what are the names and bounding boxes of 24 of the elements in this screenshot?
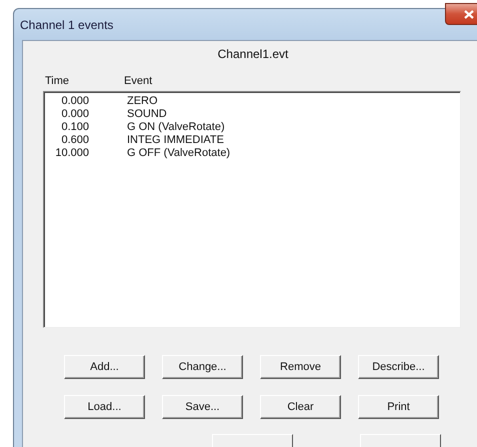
event-time: 0.000 bbox=[60, 108, 89, 121]
column-header: Event bbox=[124, 75, 154, 87]
dialog-button[interactable]: Describe... bbox=[358, 355, 439, 379]
event-name: SOUND bbox=[127, 108, 167, 121]
dialog-button[interactable]: Remove bbox=[260, 355, 341, 379]
event-time: 0.100 bbox=[60, 121, 89, 134]
event-time: 10.000 bbox=[54, 147, 89, 160]
dialog-button[interactable]: Add... bbox=[64, 355, 145, 379]
dialog-button[interactable]: Save... bbox=[162, 395, 243, 419]
dialog-button[interactable]: Clear bbox=[260, 395, 341, 419]
event-name: INTEG IMMEDIATE bbox=[127, 134, 224, 147]
event-time: 0.000 bbox=[60, 95, 89, 108]
dialog-button[interactable]: Print bbox=[358, 395, 439, 419]
window-title: Channel 1 events bbox=[20, 18, 114, 32]
event-name: ZERO bbox=[127, 95, 158, 108]
close-icon bbox=[464, 10, 474, 18]
dialog-button[interactable]: Load... bbox=[64, 395, 145, 419]
column-header: Time bbox=[45, 75, 70, 87]
file-name: Channel1.evt bbox=[216, 47, 290, 61]
events-list[interactable]: 0.000 ZERO 0.000 SOUND 0.100 G ON (ValveRotate) 0.600 INTEG IMMEDIATE 10.000 G OFF (ValveRotate) bbox=[43, 91, 461, 328]
event-time: 0.600 bbox=[60, 134, 89, 147]
dialog-button[interactable]: Change... bbox=[162, 355, 243, 379]
event-name: G ON (ValveRotate) bbox=[127, 121, 225, 134]
event-name: G OFF (ValveRotate) bbox=[127, 147, 230, 160]
